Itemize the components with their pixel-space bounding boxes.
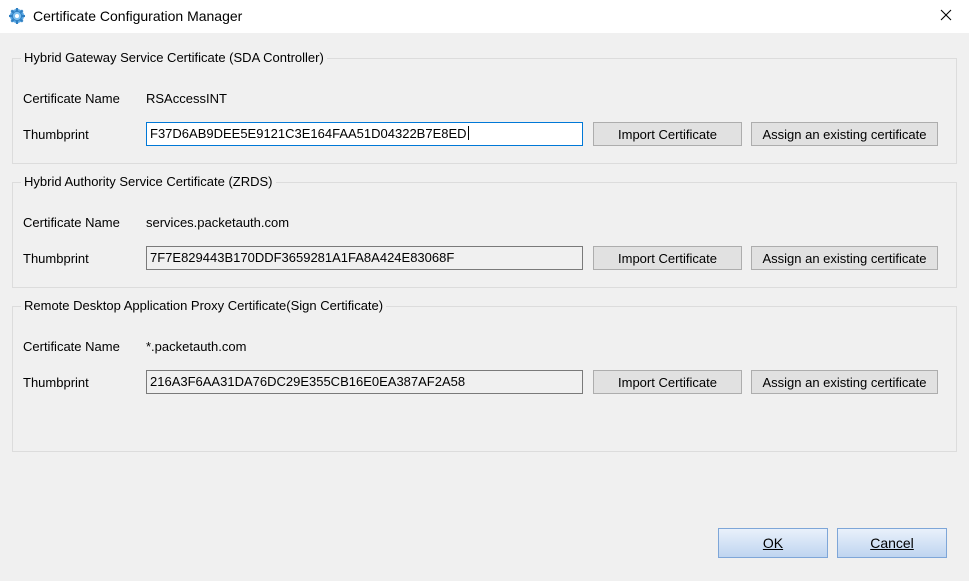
certificate-name-value: *.packetauth.com [146, 339, 247, 354]
section-title: Remote Desktop Application Proxy Certifi… [21, 298, 387, 313]
import-certificate-button[interactable]: Import Certificate [593, 122, 742, 146]
certificate-name-label: Certificate Name [23, 91, 120, 106]
assign-existing-certificate-button[interactable]: Assign an existing certificate [751, 370, 938, 394]
assign-existing-certificate-button[interactable]: Assign an existing certificate [751, 122, 938, 146]
certificate-name-label: Certificate Name [23, 215, 120, 230]
text-caret [467, 126, 469, 140]
section-authority-certificate: Hybrid Authority Service Certificate (ZR… [12, 174, 957, 288]
import-certificate-button[interactable]: Import Certificate [593, 246, 742, 270]
thumbprint-label: Thumbprint [23, 127, 89, 142]
close-button[interactable] [923, 0, 969, 33]
cancel-button[interactable]: Cancel [837, 528, 947, 558]
section-gateway-certificate: Hybrid Gateway Service Certificate (SDA … [12, 50, 957, 164]
thumbprint-input[interactable]: 216A3F6AA31DA76DC29E355CB16E0EA387AF2A58 [146, 370, 583, 394]
thumbprint-label: Thumbprint [23, 375, 89, 390]
certificate-name-value: services.packetauth.com [146, 215, 290, 230]
assign-existing-certificate-button[interactable]: Assign an existing certificate [751, 246, 938, 270]
section-title: Hybrid Gateway Service Certificate (SDA … [21, 50, 327, 65]
thumbprint-value: F37D6AB9DEE5E9121C3E164FAA51D04322B7E8ED [150, 126, 467, 141]
thumbprint-label: Thumbprint [23, 251, 89, 266]
thumbprint-input[interactable]: F37D6AB9DEE5E9121C3E164FAA51D04322B7E8ED [146, 122, 583, 146]
thumbprint-input[interactable]: 7F7E829443B170DDF3659281A1FA8A424E83068F [146, 246, 583, 270]
window-title: Certificate Configuration Manager [33, 8, 243, 24]
certificate-name-value: RSAccessINT [146, 91, 227, 106]
close-icon [940, 9, 952, 24]
ok-button[interactable]: OK [718, 528, 828, 558]
gear-icon [8, 7, 26, 25]
import-certificate-button[interactable]: Import Certificate [593, 370, 742, 394]
section-proxy-certificate: Remote Desktop Application Proxy Certifi… [12, 298, 957, 452]
title-bar: Certificate Configuration Manager [0, 0, 969, 33]
certificate-name-label: Certificate Name [23, 339, 120, 354]
section-title: Hybrid Authority Service Certificate (ZR… [21, 174, 276, 189]
